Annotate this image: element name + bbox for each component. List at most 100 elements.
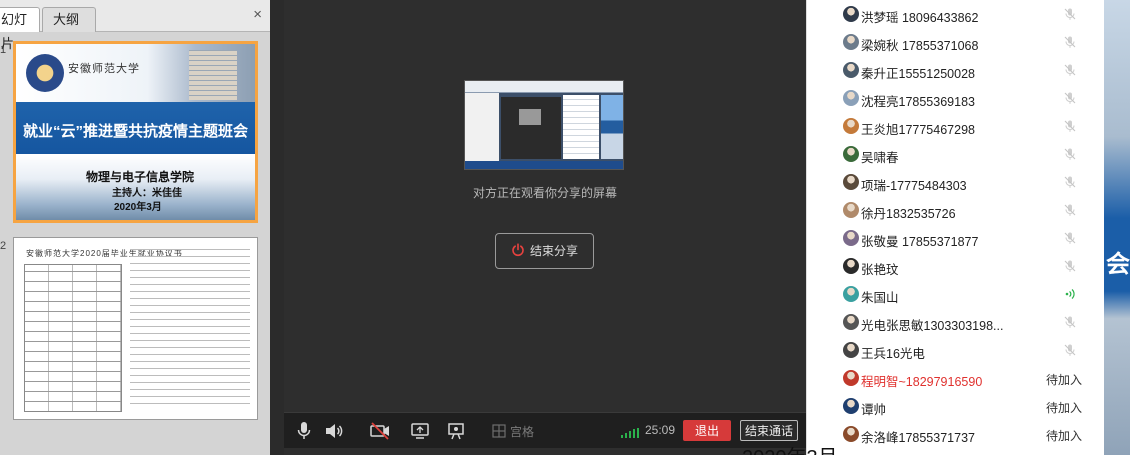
participant-row[interactable]: 光电张思敏1303303198... [807, 308, 1105, 336]
participants-list: 洪梦瑶 18096433862 梁婉秋 17855371068 秦升正1555125… [806, 0, 1104, 455]
participant-row[interactable]: 沈程亮17855369183 [807, 84, 1105, 112]
slide-host: 主持人：米佳佳 [112, 188, 182, 199]
mic-muted-icon [1063, 91, 1077, 105]
call-toolbar: 宫格 25:09 退出 结束通话 [284, 412, 806, 448]
preview-sidebar [465, 93, 499, 163]
preview-slide [601, 95, 623, 159]
meeting-panel: 对方正在观看你分享的屏幕 结束分享 宫格 25:09 退出 结束通话 [284, 0, 806, 455]
preview-toolbar [465, 81, 623, 93]
close-pane-icon[interactable]: × [253, 6, 262, 23]
participant-row[interactable]: 梁婉秋 17855371068 [807, 28, 1105, 56]
slide-pane: 幻灯片 大纲 × 1 安徽师范大学 就业“云”推进暨共抗疫情主题班会 物理与电子… [0, 0, 270, 455]
grid-view-icon[interactable] [492, 421, 506, 441]
participant-name: 梁婉秋 17855371068 [861, 39, 979, 53]
mic-muted-icon [1063, 35, 1077, 49]
avatar [843, 398, 859, 414]
participant-name: 余洛峰17855371737 [861, 431, 975, 445]
participant-row[interactable]: 吴啸春 [807, 140, 1105, 168]
participant-row[interactable]: 程明智~18297916590 待加入 [807, 364, 1105, 392]
tab-outline[interactable]: 大纲 [42, 7, 96, 32]
avatar [843, 230, 859, 246]
camera-off-icon[interactable] [369, 421, 391, 441]
participant-row[interactable]: 洪梦瑶 18096433862 [807, 0, 1105, 28]
background-slide-date: 2020年3月 [742, 441, 838, 455]
avatar [843, 6, 859, 22]
signal-strength-icon [621, 427, 639, 438]
participant-row[interactable]: 谭帅 待加入 [807, 392, 1105, 420]
mic-muted-icon [1063, 7, 1077, 21]
mic-muted-icon [1063, 119, 1077, 133]
participant-row[interactable]: 余洛峰17855371737 待加入 [807, 420, 1105, 448]
call-timer: 25:09 [645, 423, 676, 437]
avatar [843, 146, 859, 162]
presentation-icon[interactable] [446, 421, 466, 441]
slide-thumbnail-2[interactable]: 安徽师范大学2020届毕业生就业协议书 [13, 237, 258, 420]
participant-row[interactable]: 朱国山 [807, 280, 1105, 308]
avatar [843, 258, 859, 274]
campus-building-image [189, 50, 237, 100]
grid-view-label[interactable]: 宫格 [510, 423, 534, 440]
slide-number-2: 2 [0, 240, 7, 252]
slide-title-fragment: 会 [1106, 251, 1130, 278]
preview-taskbar [465, 161, 623, 169]
participant-row[interactable]: 王炎旭17775467298 [807, 112, 1105, 140]
university-name: 安徽师范大学 [68, 62, 140, 75]
pending-status: 待加入 [1046, 373, 1083, 387]
mic-muted-icon [1063, 343, 1077, 357]
participant-name: 张艳玟 [861, 263, 899, 277]
mic-muted-icon [1063, 203, 1077, 217]
screen-share-icon[interactable] [410, 421, 430, 441]
participant-row[interactable]: 秦升正15551250028 [807, 56, 1105, 84]
end-share-button[interactable]: 结束分享 [495, 233, 594, 269]
tab-slides[interactable]: 幻灯片 [0, 7, 40, 51]
pending-status: 待加入 [1046, 429, 1083, 443]
participant-row[interactable]: 王兵16光电 [807, 336, 1105, 364]
mic-muted-icon [1063, 315, 1077, 329]
avatar [843, 202, 859, 218]
slide-dept: 物理与电子信息学院 [86, 170, 195, 184]
participant-name: 项瑞-17775484303 [861, 179, 967, 193]
slide-2-text-block [130, 248, 250, 410]
participant-name: 朱国山 [861, 291, 899, 305]
exit-button[interactable]: 退出 [683, 420, 731, 441]
mic-muted-icon [1063, 175, 1077, 189]
pane-tabs: 幻灯片 大纲 × [0, 0, 270, 51]
avatar [843, 314, 859, 330]
power-icon [512, 243, 524, 257]
participant-row[interactable]: 张艳玟 [807, 252, 1105, 280]
participant-name: 徐丹1832535726 [861, 207, 956, 221]
background-slide-edge: 会 [1104, 0, 1130, 455]
mic-muted-icon [1063, 259, 1077, 273]
mic-muted-icon [1063, 63, 1077, 77]
slide-header-image: 安徽师范大学 [16, 44, 255, 102]
participant-name: 秦升正15551250028 [861, 67, 975, 81]
slide-2-form-table [24, 264, 122, 412]
participant-row[interactable]: 徐丹1832535726 [807, 196, 1105, 224]
avatar [843, 62, 859, 78]
speaker-icon[interactable] [324, 421, 344, 441]
participant-name: 洪梦瑶 18096433862 [861, 11, 979, 25]
speaking-icon [1063, 287, 1077, 301]
university-logo-icon [26, 54, 64, 92]
participant-name: 吴啸春 [861, 151, 899, 165]
participant-row[interactable]: 张敬曼 17855371877 [807, 224, 1105, 252]
participant-name: 王兵16光电 [861, 347, 925, 361]
avatar [843, 34, 859, 50]
mic-muted-icon [1063, 231, 1077, 245]
end-call-button[interactable]: 结束通话 [740, 420, 798, 441]
participant-name: 王炎旭17775467298 [861, 123, 975, 137]
participant-name: 程明智~18297916590 [861, 375, 983, 389]
slide-thumbnail-1[interactable]: 安徽师范大学 就业“云”推进暨共抗疫情主题班会 物理与电子信息学院 主持人：米佳… [13, 41, 258, 223]
avatar [843, 90, 859, 106]
end-share-label: 结束分享 [529, 244, 578, 258]
slide-title-bar: 就业“云”推进暨共抗疫情主题班会 [16, 102, 255, 154]
shared-screen-preview [464, 80, 624, 170]
participant-row[interactable]: 项瑞-17775484303 [807, 168, 1105, 196]
slide-date: 2020年3月 [114, 202, 162, 213]
avatar [843, 118, 859, 134]
microphone-icon[interactable] [296, 421, 312, 441]
avatar [843, 342, 859, 358]
preview-dark-window [501, 97, 561, 159]
participant-name: 张敬曼 17855371877 [861, 235, 979, 249]
slide-thumbnails: 1 安徽师范大学 就业“云”推进暨共抗疫情主题班会 物理与电子信息学院 主持人：… [0, 32, 270, 455]
